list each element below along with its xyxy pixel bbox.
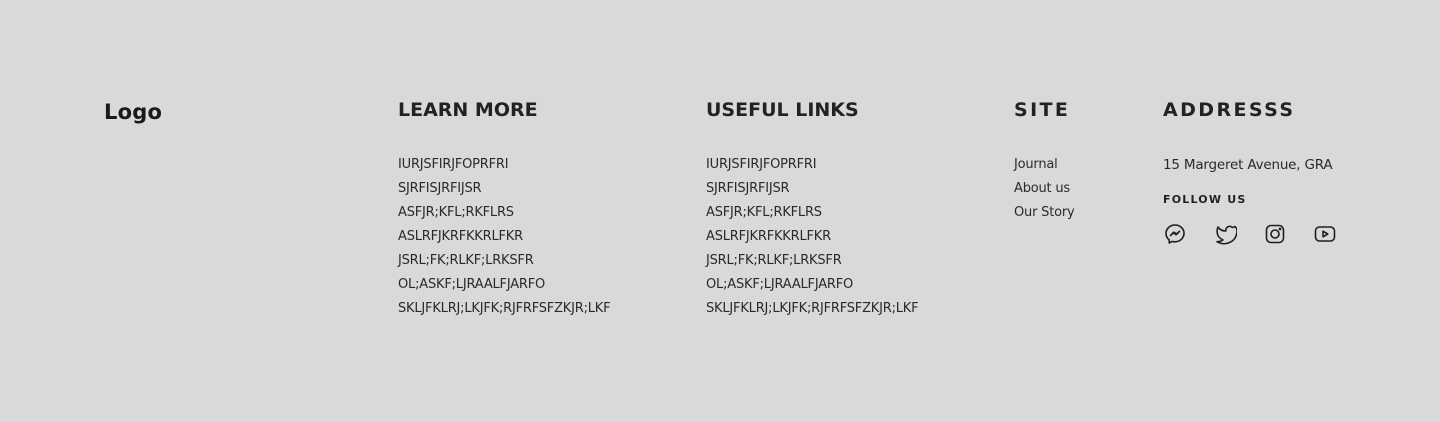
useful-link[interactable]: OL;ASKF;LJRAALFJARFO [706,273,918,297]
site-list: Journal About us Our Story [1014,153,1075,225]
twitter-icon[interactable] [1213,222,1237,246]
follow-us-label: FOLLOW US [1163,193,1247,206]
social-links [1163,222,1337,246]
useful-link[interactable]: SKLJFKLRJ;LKJFK;RJFRFSFZKJR;LKF [706,297,919,321]
learn-more-list: IURJSFIRJFOPRFRI SJRFISJRFIJSR ASFJR;KFL… [398,153,611,321]
site-column: SITE Journal About us Our Story [1014,97,1075,225]
site-link-journal[interactable]: Journal [1014,153,1075,177]
useful-link[interactable]: ASLRFJKRFKKRLFKR [706,225,918,249]
learn-more-link[interactable]: ASLRFJKRFKKRLFKR [398,225,610,249]
site-footer: Logo LEARN MORE IURJSFIRJFOPRFRI SJRFISJ… [0,0,1440,422]
site-link-our-story[interactable]: Our Story [1014,201,1075,225]
useful-links-heading: USEFUL LINKS [706,99,859,121]
learn-more-link[interactable]: IURJSFIRJFOPRFRI [398,153,610,177]
useful-link[interactable]: SJRFISJRFIJSR [706,177,918,201]
address-heading: ADDRESSS [1163,99,1296,121]
logo[interactable]: Logo [104,100,162,124]
messenger-icon[interactable] [1163,222,1187,246]
learn-more-link[interactable]: SJRFISJRFIJSR [398,177,610,201]
useful-links-column: USEFUL LINKS IURJSFIRJFOPRFRI SJRFISJRFI… [706,97,919,321]
useful-link[interactable]: JSRL;FK;RLKF;LRKSFR [706,249,918,273]
site-heading: SITE [1014,99,1071,121]
site-link-about-us[interactable]: About us [1014,177,1075,201]
learn-more-column: LEARN MORE IURJSFIRJFOPRFRI SJRFISJRFIJS… [398,97,611,321]
instagram-icon[interactable] [1263,222,1287,246]
useful-link[interactable]: ASFJR;KFL;RKFLRS [706,201,918,225]
address-text: 15 Margeret Avenue, GRA [1163,157,1333,173]
useful-links-list: IURJSFIRJFOPRFRI SJRFISJRFIJSR ASFJR;KFL… [706,153,919,321]
youtube-icon[interactable] [1313,222,1337,246]
learn-more-link[interactable]: OL;ASKF;LJRAALFJARFO [398,273,610,297]
learn-more-link[interactable]: ASFJR;KFL;RKFLRS [398,201,610,225]
useful-link[interactable]: IURJSFIRJFOPRFRI [706,153,918,177]
learn-more-link[interactable]: SKLJFKLRJ;LKJFK;RJFRFSFZKJR;LKF [398,297,611,321]
learn-more-link[interactable]: JSRL;FK;RLKF;LRKSFR [398,249,610,273]
learn-more-heading: LEARN MORE [398,99,538,121]
address-column: ADDRESSS 15 Margeret Avenue, GRA FOLLOW … [1163,97,1337,246]
